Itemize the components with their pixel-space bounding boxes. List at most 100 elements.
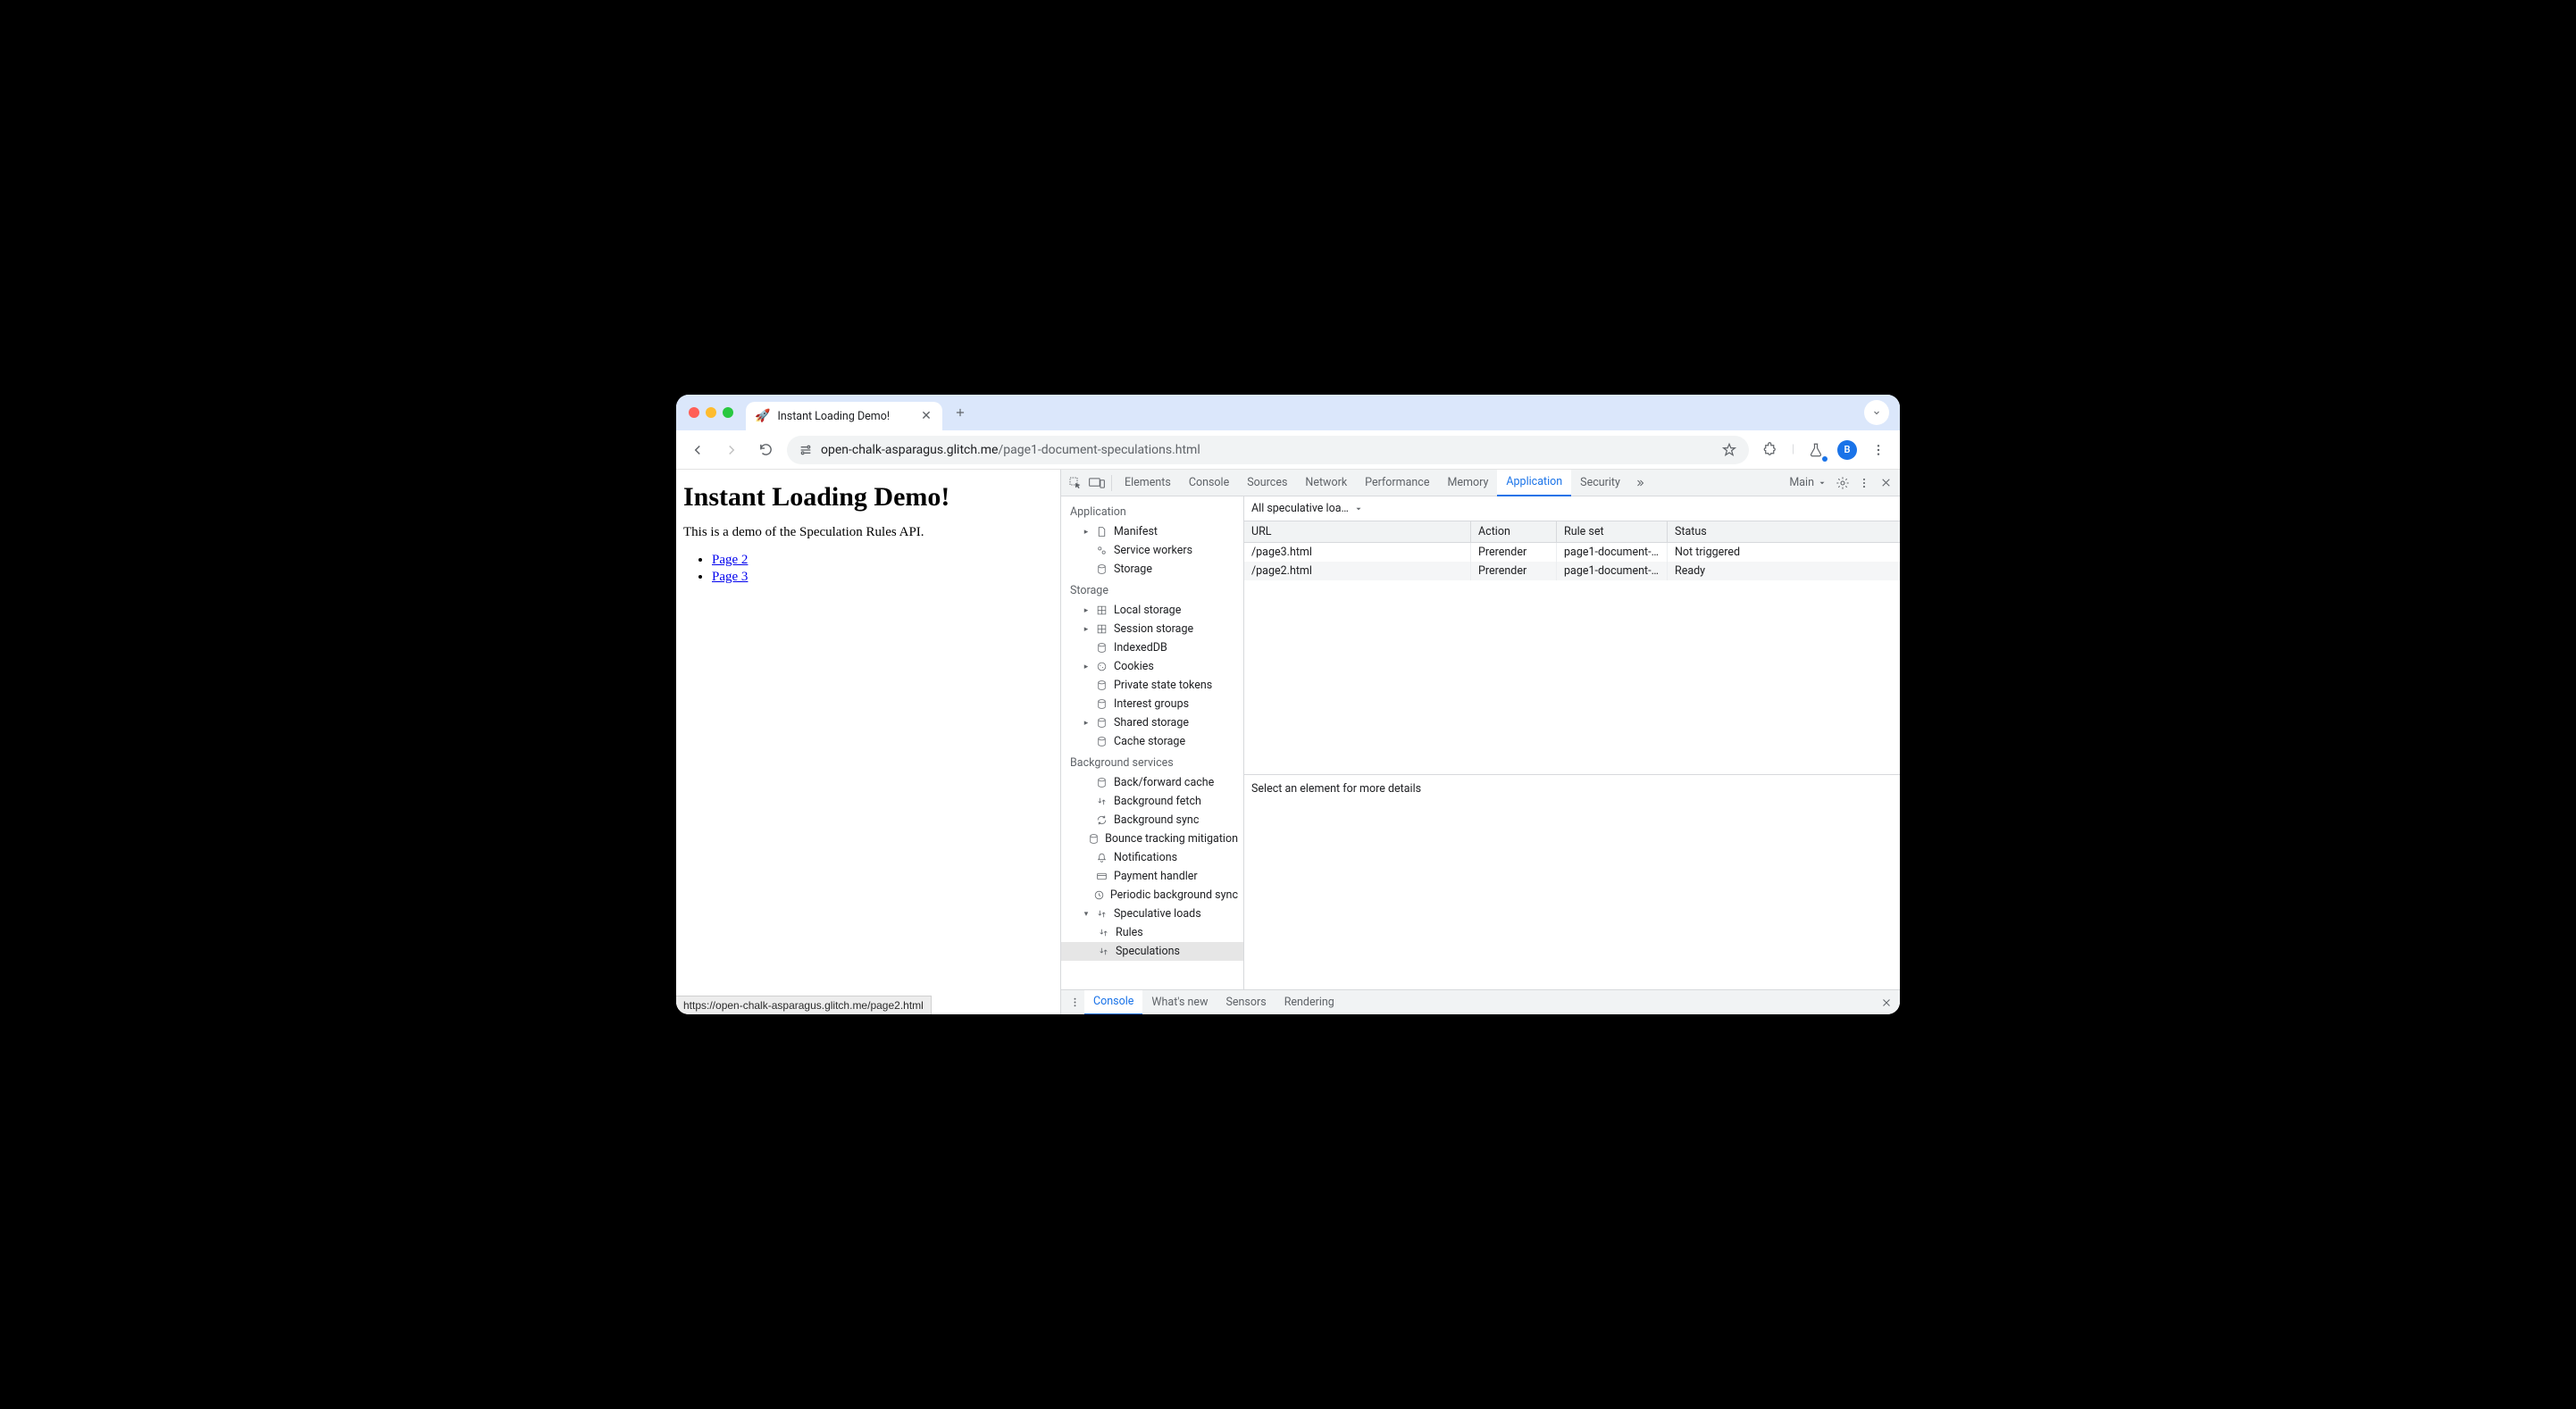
card-icon xyxy=(1096,871,1108,882)
address-bar[interactable]: open-chalk-asparagus.glitch.me/page1-doc… xyxy=(787,436,1749,464)
clock-icon xyxy=(1093,889,1105,901)
bookmark-button[interactable] xyxy=(1720,438,1738,463)
status-bar: https://open-chalk-asparagus.glitch.me/p… xyxy=(676,996,932,1014)
tab-application[interactable]: Application xyxy=(1497,470,1571,496)
page-heading: Instant Loading Demo! xyxy=(683,482,1053,513)
table-row[interactable]: /page3.html Prerender page1-document-… N… xyxy=(1244,543,1900,562)
reload-button[interactable] xyxy=(753,438,778,463)
minimize-window-button[interactable] xyxy=(706,407,716,418)
tab-sources[interactable]: Sources xyxy=(1238,470,1296,496)
sidebar-item-rules[interactable]: Rules xyxy=(1061,923,1243,942)
sidebar-item-storage[interactable]: Storage xyxy=(1061,560,1243,579)
devtools-menu-button[interactable] xyxy=(1853,472,1875,494)
page-link[interactable]: Page 2 xyxy=(712,553,748,567)
drawer-close-button[interactable] xyxy=(1877,993,1896,1013)
close-window-button[interactable] xyxy=(689,407,699,418)
plus-icon xyxy=(954,406,966,419)
sidebar-item-indexeddb[interactable]: IndexedDB xyxy=(1061,638,1243,657)
content-area: Instant Loading Demo! This is a demo of … xyxy=(676,470,1900,1014)
side-heading-storage: Storage xyxy=(1061,579,1243,601)
kebab-icon xyxy=(1871,443,1886,457)
sidebar-item-payment-handler[interactable]: Payment handler xyxy=(1061,867,1243,886)
url-text: open-chalk-asparagus.glitch.me/page1-doc… xyxy=(821,443,1713,457)
browser-tab[interactable]: 🚀 Instant Loading Demo! ✕ xyxy=(746,402,942,430)
tab-elements[interactable]: Elements xyxy=(1116,470,1180,496)
close-tab-button[interactable]: ✕ xyxy=(919,409,933,423)
profile-avatar[interactable]: B xyxy=(1837,440,1857,460)
transfer-icon xyxy=(1098,946,1109,957)
sidebar-item-manifest[interactable]: ▸Manifest xyxy=(1061,522,1243,541)
extensions-button[interactable] xyxy=(1758,438,1783,463)
devtools-panel: Elements Console Sources Network Perform… xyxy=(1060,470,1900,1014)
inspect-button[interactable] xyxy=(1065,472,1086,494)
database-icon xyxy=(1096,679,1108,691)
sidebar-item-bfcache[interactable]: Back/forward cache xyxy=(1061,773,1243,792)
cell-ruleset: page1-document-… xyxy=(1557,543,1668,562)
flask-icon xyxy=(1808,442,1824,458)
drawer-tab-console[interactable]: Console xyxy=(1084,990,1142,1015)
devtools-tabbar: Elements Console Sources Network Perform… xyxy=(1061,470,1900,496)
database-icon xyxy=(1096,642,1108,654)
col-header-action[interactable]: Action xyxy=(1471,521,1557,542)
sidebar-item-background-sync[interactable]: Background sync xyxy=(1061,811,1243,830)
sidebar-item-cache-storage[interactable]: Cache storage xyxy=(1061,732,1243,751)
tab-performance[interactable]: Performance xyxy=(1356,470,1438,496)
drawer-tab-rendering[interactable]: Rendering xyxy=(1275,990,1343,1015)
drawer-menu-button[interactable] xyxy=(1065,993,1084,1013)
tab-menu-button[interactable] xyxy=(1864,400,1889,425)
tab-security[interactable]: Security xyxy=(1571,470,1629,496)
site-info-icon[interactable] xyxy=(798,442,814,458)
col-header-ruleset[interactable]: Rule set xyxy=(1557,521,1668,542)
toolbar: open-chalk-asparagus.glitch.me/page1-doc… xyxy=(676,430,1900,470)
page-intro: This is a demo of the Speculation Rules … xyxy=(683,525,1053,540)
database-icon xyxy=(1096,717,1108,729)
database-icon xyxy=(1096,698,1108,710)
sidebar-item-private-state-tokens[interactable]: Private state tokens xyxy=(1061,676,1243,695)
drawer-tab-whatsnew[interactable]: What's new xyxy=(1142,990,1217,1015)
device-toggle-button[interactable] xyxy=(1086,472,1108,494)
sidebar-item-notifications[interactable]: Notifications xyxy=(1061,848,1243,867)
triangle-down-icon xyxy=(1818,479,1827,488)
sidebar-item-speculative-loads[interactable]: ▾Speculative loads xyxy=(1061,905,1243,923)
page-link-list: Page 2 Page 3 xyxy=(683,553,1053,585)
sidebar-item-local-storage[interactable]: ▸Local storage xyxy=(1061,601,1243,620)
sidebar-item-background-fetch[interactable]: Background fetch xyxy=(1061,792,1243,811)
back-button[interactable] xyxy=(685,438,710,463)
devtools-close-button[interactable] xyxy=(1875,472,1896,494)
chrome-menu-button[interactable] xyxy=(1866,438,1891,463)
arrow-left-icon xyxy=(690,442,706,458)
tab-favicon: 🚀 xyxy=(755,409,770,423)
triangle-down-icon xyxy=(1354,504,1363,513)
database-icon xyxy=(1096,777,1108,788)
speculation-filter[interactable]: All speculative loa… xyxy=(1244,496,1900,521)
devtools-settings-button[interactable] xyxy=(1832,472,1853,494)
col-header-url[interactable]: URL xyxy=(1244,521,1471,542)
target-selector[interactable]: Main xyxy=(1784,476,1832,489)
sidebar-item-session-storage[interactable]: ▸Session storage xyxy=(1061,620,1243,638)
sidebar-item-speculations[interactable]: Speculations xyxy=(1061,942,1243,961)
tab-console[interactable]: Console xyxy=(1180,470,1238,496)
close-icon xyxy=(1880,477,1892,488)
bell-icon xyxy=(1096,852,1108,863)
labs-button[interactable] xyxy=(1803,438,1828,463)
gears-icon xyxy=(1096,545,1108,556)
sidebar-item-interest-groups[interactable]: Interest groups xyxy=(1061,695,1243,713)
application-sidebar: Application ▸Manifest Service workers St… xyxy=(1061,496,1244,989)
col-header-status[interactable]: Status xyxy=(1668,521,1900,542)
page-link[interactable]: Page 3 xyxy=(712,570,748,584)
sidebar-item-cookies[interactable]: ▸Cookies xyxy=(1061,657,1243,676)
sidebar-item-shared-storage[interactable]: ▸Shared storage xyxy=(1061,713,1243,732)
tab-memory[interactable]: Memory xyxy=(1438,470,1497,496)
sidebar-item-periodic-sync[interactable]: Periodic background sync xyxy=(1061,886,1243,905)
maximize-window-button[interactable] xyxy=(723,407,733,418)
sidebar-item-bounce-tracking[interactable]: Bounce tracking mitigation xyxy=(1061,830,1243,848)
new-tab-button[interactable] xyxy=(948,400,973,425)
table-row[interactable]: /page2.html Prerender page1-document-… R… xyxy=(1244,562,1900,580)
speculation-grid: URL Action Rule set Status /page3.html P… xyxy=(1244,521,1900,775)
arrow-right-icon xyxy=(723,442,740,458)
forward-button[interactable] xyxy=(719,438,744,463)
more-tabs-button[interactable] xyxy=(1629,472,1651,494)
sidebar-item-service-workers[interactable]: Service workers xyxy=(1061,541,1243,560)
drawer-tab-sensors[interactable]: Sensors xyxy=(1217,990,1275,1015)
tab-network[interactable]: Network xyxy=(1296,470,1356,496)
